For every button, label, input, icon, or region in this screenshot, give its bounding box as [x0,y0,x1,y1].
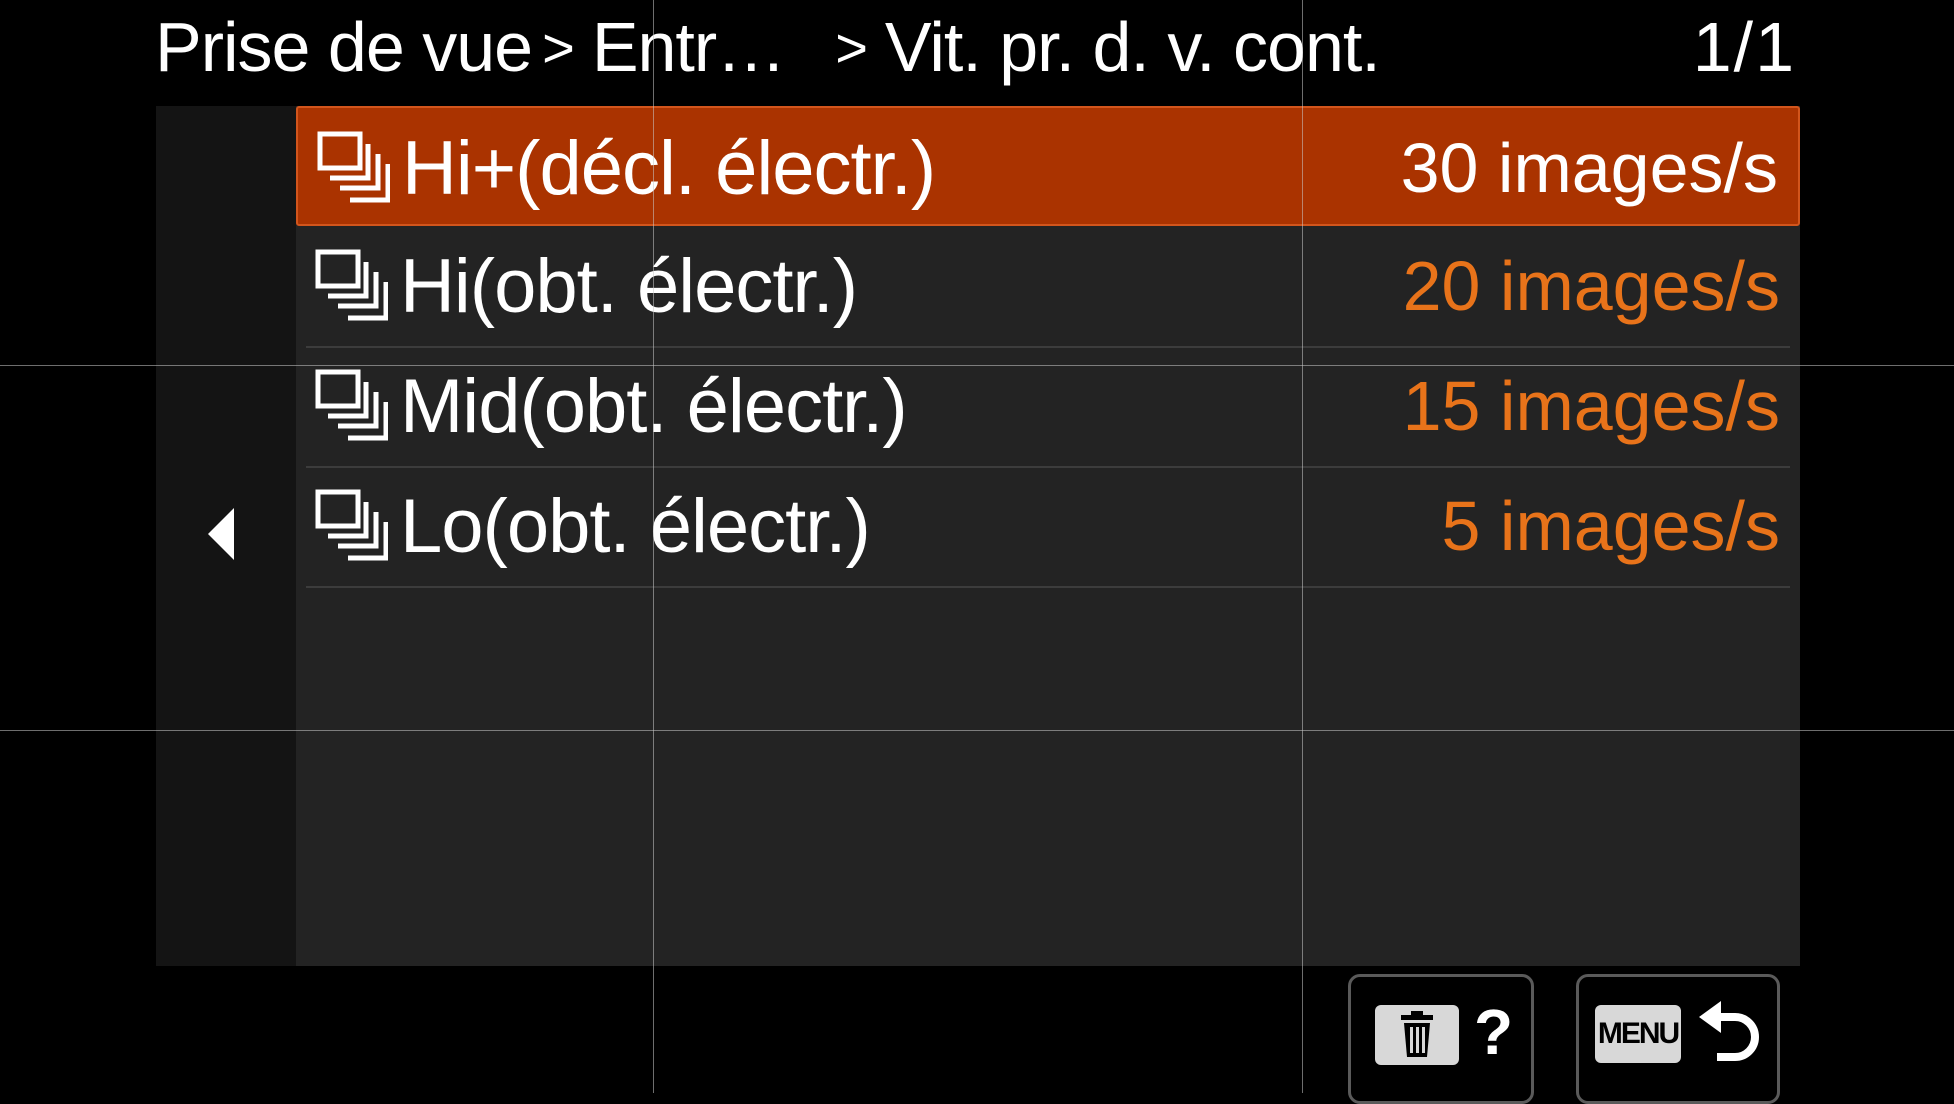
continuous-shooting-icon [315,489,388,561]
list-item-hi-plus[interactable]: Hi+(décl. électr.) 30 images/s [296,106,1800,226]
list-item-value: 30 images/s [1400,129,1778,207]
list-item-value: 20 images/s [1402,247,1780,325]
trash-icon [1375,1005,1459,1065]
breadcrumb: Prise de vue > Entr… > Vit. pr. d. v. co… [155,4,1381,90]
breadcrumb-item-drive[interactable]: Entr… [592,7,786,87]
breadcrumb-item-shooting[interactable]: Prise de vue [155,7,533,87]
list-item-mid[interactable]: Mid(obt. électr.) 15 images/s [296,346,1800,468]
grid-line [0,365,1954,366]
list-item-label: Lo(obt. électr.) [400,483,871,569]
menu-back-button[interactable]: MENU [1576,974,1780,1104]
list-item-hi[interactable]: Hi(obt. électr.) 20 images/s [296,226,1800,348]
continuous-shooting-icon [317,131,390,203]
side-tab-strip [156,106,296,966]
header-bar: Prise de vue > Entr… > Vit. pr. d. v. co… [0,0,1954,100]
list-item-value: 5 images/s [1441,487,1780,565]
list-item-value: 15 images/s [1402,367,1780,445]
delete-help-button[interactable]: ? [1348,974,1534,1104]
breadcrumb-separator: > [835,15,868,79]
grid-line [0,730,1954,731]
list-item-label: Hi+(décl. électr.) [402,125,936,211]
option-list: Hi+(décl. électr.) 30 images/s Hi(obt. é… [296,106,1800,966]
breadcrumb-item-current: Vit. pr. d. v. cont. [884,8,1381,86]
list-item-label: Hi(obt. électr.) [400,243,858,329]
grid-line [1302,0,1303,1093]
grid-line [653,0,654,1093]
left-arrow-icon[interactable] [208,508,234,560]
page-indicator: 1/1 [1692,8,1796,86]
list-item-lo[interactable]: Lo(obt. électr.) 5 images/s [296,466,1800,588]
breadcrumb-separator: > [542,15,575,79]
row-divider [306,586,1790,588]
help-question-mark: ? [1474,996,1514,1068]
menu-key-icon: MENU [1595,1005,1681,1063]
continuous-shooting-icon [315,369,388,441]
menu-panel: Hi+(décl. électr.) 30 images/s Hi(obt. é… [156,106,1800,966]
return-arrow-icon [1699,1001,1759,1061]
continuous-shooting-icon [315,249,388,321]
